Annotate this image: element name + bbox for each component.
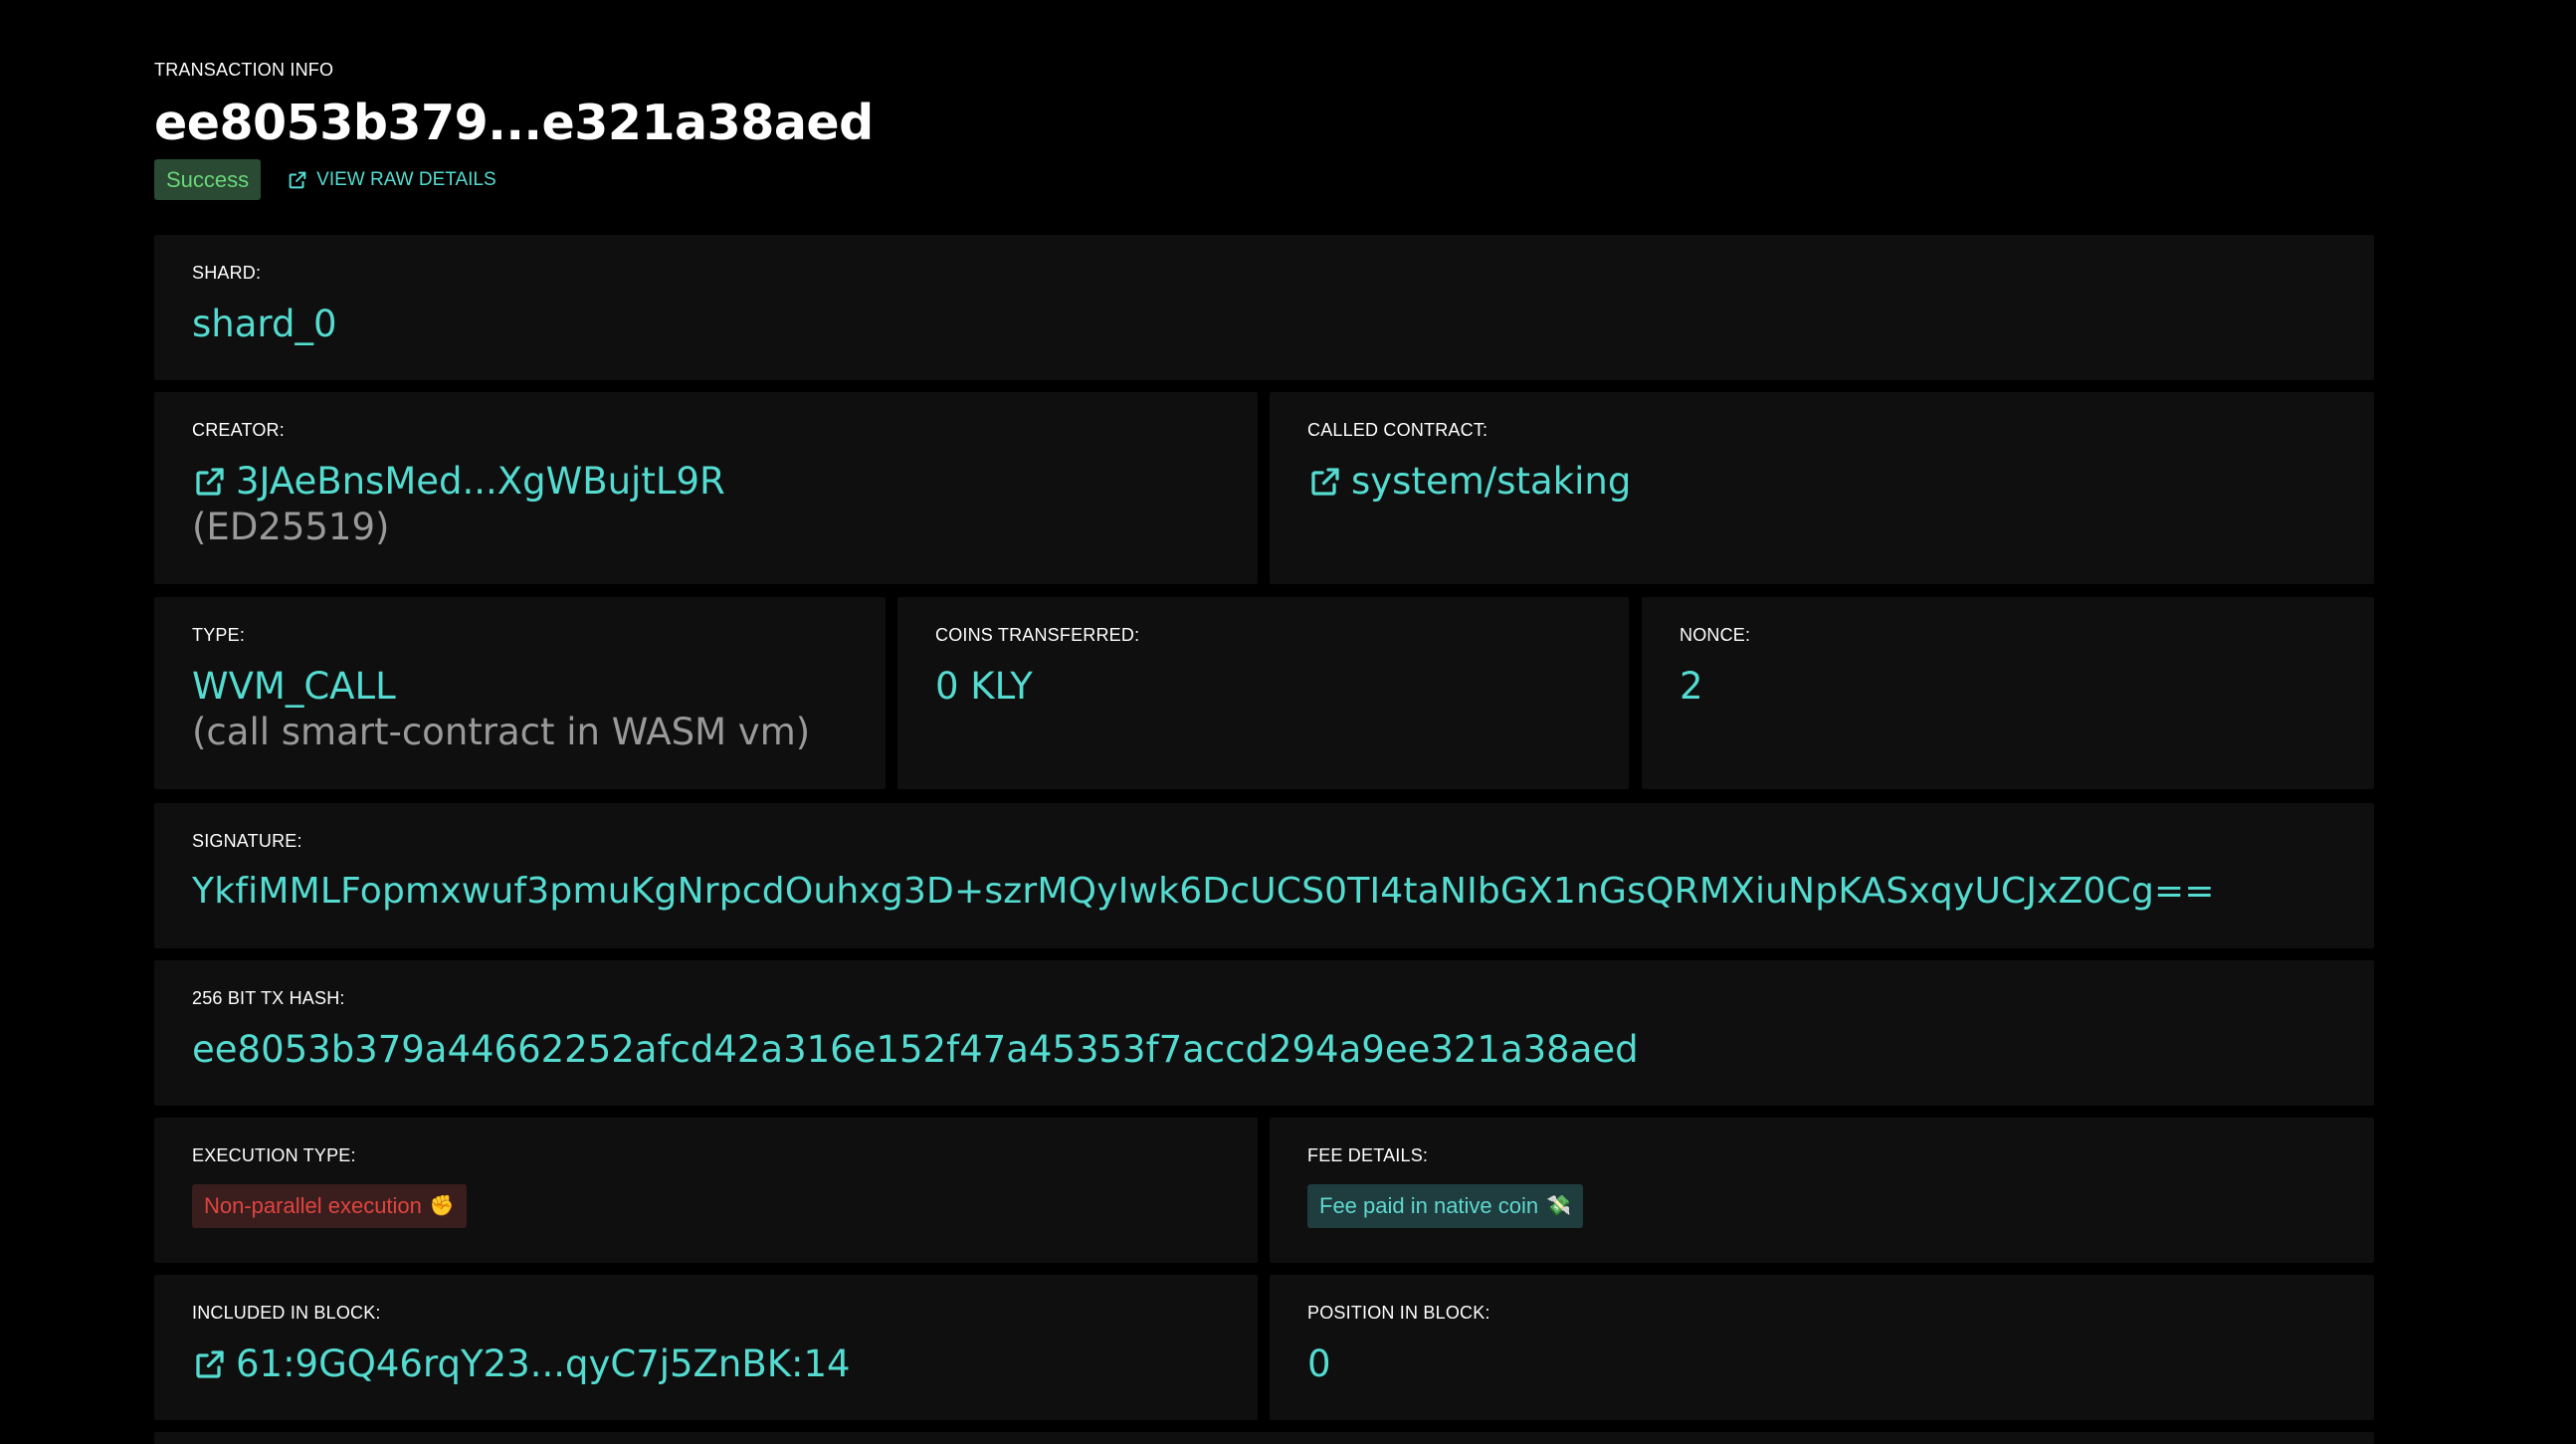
execution-type-value: Non-parallel execution (204, 1193, 422, 1218)
execution-type-card: EXECUTION TYPE: Non-parallel execution ✊ (154, 1118, 1258, 1263)
coins-transferred-label: COINS TRANSFERRED: (935, 625, 1140, 645)
creator-link[interactable]: 3JAeBnsMed...XgWBujtL9R (192, 458, 725, 506)
creator-label: CREATOR: (192, 420, 285, 440)
called-contract-link[interactable]: system/staking (1307, 458, 1631, 506)
included-in-block-card: INCLUDED IN BLOCK: 61:9GQ46rqY23...qyC7j… (154, 1275, 1258, 1420)
creator-sig-type: (ED25519) (192, 506, 390, 548)
type-value: WVM_CALL (192, 665, 396, 708)
fee-details-card: FEE DETAILS: Fee paid in native coin 💸 (1270, 1118, 2374, 1263)
position-in-block-value: 0 (1307, 1342, 1331, 1385)
fee-details-label: FEE DETAILS: (1307, 1145, 1429, 1165)
external-link-icon (196, 468, 224, 496)
external-link-icon (289, 171, 306, 188)
called-contract-card: CALLED CONTRACT: system/staking (1270, 392, 2374, 584)
tx-hash-value: ee8053b379a44662252afcd42a316e152f47a453… (192, 1028, 1639, 1071)
nonce-card: NONCE: 2 (1642, 597, 2374, 789)
signature-label: SIGNATURE: (192, 831, 302, 851)
nonce-value: 2 (1680, 665, 1703, 708)
block-id: 61:9GQ46rqY23...qyC7j5ZnBK:14 (236, 1342, 851, 1385)
fee-details-badge: Fee paid in native coin 💸 (1307, 1184, 1584, 1229)
view-raw-details-link[interactable]: VIEW RAW DETAILS (287, 169, 496, 191)
type-card: TYPE: WVM_CALL (call smart-contract in W… (154, 597, 886, 789)
money-wings-emoji-icon: 💸 (1546, 1195, 1572, 1218)
section-eyebrow: TRANSACTION INFO (154, 60, 334, 80)
transaction-header: TRANSACTION INFO ee8053b379...e321a38aed… (154, 60, 2144, 201)
type-description: (call smart-contract in WASM vm) (192, 711, 811, 753)
nonce-label: NONCE: (1680, 625, 1751, 645)
called-contract-label: CALLED CONTRACT: (1307, 420, 1488, 440)
transaction-title: ee8053b379...e321a38aed (154, 95, 874, 151)
creator-card: CREATOR: 3JAeBnsMed...XgWBujtL9R (ED2551… (154, 392, 1258, 584)
shard-label: SHARD: (192, 263, 262, 283)
called-contract-value: system/staking (1351, 460, 1632, 503)
position-in-block-label: POSITION IN BLOCK: (1307, 1303, 1490, 1323)
creator-address: 3JAeBnsMed...XgWBujtL9R (236, 460, 725, 503)
status-row: Success VIEW RAW DETAILS (154, 159, 2144, 201)
tx-hash-label: 256 BIT TX HASH: (192, 988, 345, 1008)
fist-emoji-icon: ✊ (429, 1195, 455, 1218)
tx-hash-card: 256 BIT TX HASH: ee8053b379a44662252afcd… (154, 960, 2374, 1106)
shard-value: shard_0 (192, 303, 337, 345)
next-row-card (154, 1432, 2374, 1444)
view-raw-details-label: VIEW RAW DETAILS (316, 168, 496, 190)
external-link-icon (1311, 468, 1339, 496)
signature-value: YkfiMMLFopmxwuf3pmuKgNrpcdOuhxg3D+szrMQy… (192, 871, 2215, 912)
fee-details-value: Fee paid in native coin (1319, 1193, 1539, 1218)
coins-transferred-value: 0 KLY (935, 665, 1033, 708)
execution-type-label: EXECUTION TYPE: (192, 1145, 356, 1165)
shard-card: SHARD: shard_0 (154, 235, 2374, 380)
included-in-block-link[interactable]: 61:9GQ46rqY23...qyC7j5ZnBK:14 (192, 1341, 851, 1388)
execution-type-badge: Non-parallel execution ✊ (192, 1184, 467, 1229)
signature-card: SIGNATURE: YkfiMMLFopmxwuf3pmuKgNrpcdOuh… (154, 803, 2374, 948)
included-in-block-label: INCLUDED IN BLOCK: (192, 1303, 381, 1323)
position-in-block-card: POSITION IN BLOCK: 0 (1270, 1275, 2374, 1420)
external-link-icon (196, 1350, 224, 1378)
status-badge: Success (154, 159, 262, 201)
coins-transferred-card: COINS TRANSFERRED: 0 KLY (897, 597, 1629, 789)
type-label: TYPE: (192, 625, 246, 645)
